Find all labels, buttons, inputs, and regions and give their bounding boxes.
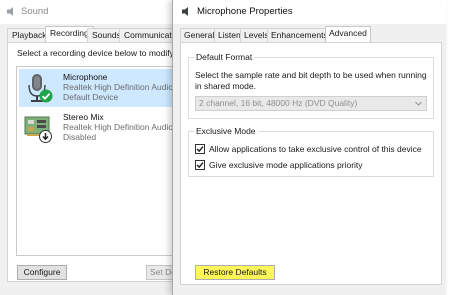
- default-format-select[interactable]: 2 channel, 16 bit, 48000 Hz (DVD Quality…: [195, 96, 427, 111]
- configure-button[interactable]: Configure: [17, 265, 67, 280]
- device-name: Microphone: [63, 72, 108, 82]
- device-driver: Realtek High Definition Audio: [63, 122, 174, 132]
- properties-window-title: Microphone Properties: [197, 6, 293, 17]
- allow-exclusive-control-label: Allow applications to take exclusive con…: [209, 144, 422, 154]
- exclusive-mode-group: Exclusive Mode Allow applications to tak…: [188, 126, 434, 177]
- disabled-arrow-icon: [39, 130, 52, 143]
- device-driver: Realtek High Definition Audio: [63, 82, 174, 92]
- speaker-icon: [182, 7, 188, 16]
- chevron-down-icon: [415, 101, 422, 106]
- allow-exclusive-control-checkbox[interactable]: [195, 144, 205, 154]
- tab-general[interactable]: General: [180, 28, 219, 42]
- tab-enhancements[interactable]: Enhancements: [267, 28, 332, 42]
- default-format-description: Select the sample rate and bit depth to …: [195, 70, 427, 91]
- restore-defaults-button[interactable]: Restore Defaults: [195, 265, 275, 280]
- default-format-label: Default Format: [194, 52, 255, 62]
- checkmark-icon: [196, 162, 204, 169]
- tab-advanced[interactable]: Advanced: [325, 26, 371, 43]
- checkmark-icon: [196, 146, 204, 153]
- device-name: Stereo Mix: [63, 112, 104, 122]
- microphone-properties-dialog: Microphone Properties General Listen Lev…: [172, 0, 447, 295]
- device-status: Default Device: [63, 92, 119, 102]
- default-format-value: 2 channel, 16 bit, 48000 Hz (DVD Quality…: [199, 98, 358, 108]
- exclusive-priority-label: Give exclusive mode applications priorit…: [209, 160, 363, 170]
- sound-window-title: Sound: [21, 6, 49, 17]
- properties-titlebar[interactable]: Microphone Properties: [173, 0, 447, 24]
- device-status: Disabled: [63, 132, 97, 142]
- exclusive-priority-checkbox[interactable]: [195, 160, 205, 170]
- default-check-icon: [39, 89, 53, 103]
- advanced-panel: Default Format Select the sample rate an…: [180, 42, 442, 285]
- exclusive-mode-label: Exclusive Mode: [194, 126, 258, 136]
- default-format-group: Default Format Select the sample rate an…: [188, 52, 434, 119]
- speaker-icon: [7, 7, 13, 16]
